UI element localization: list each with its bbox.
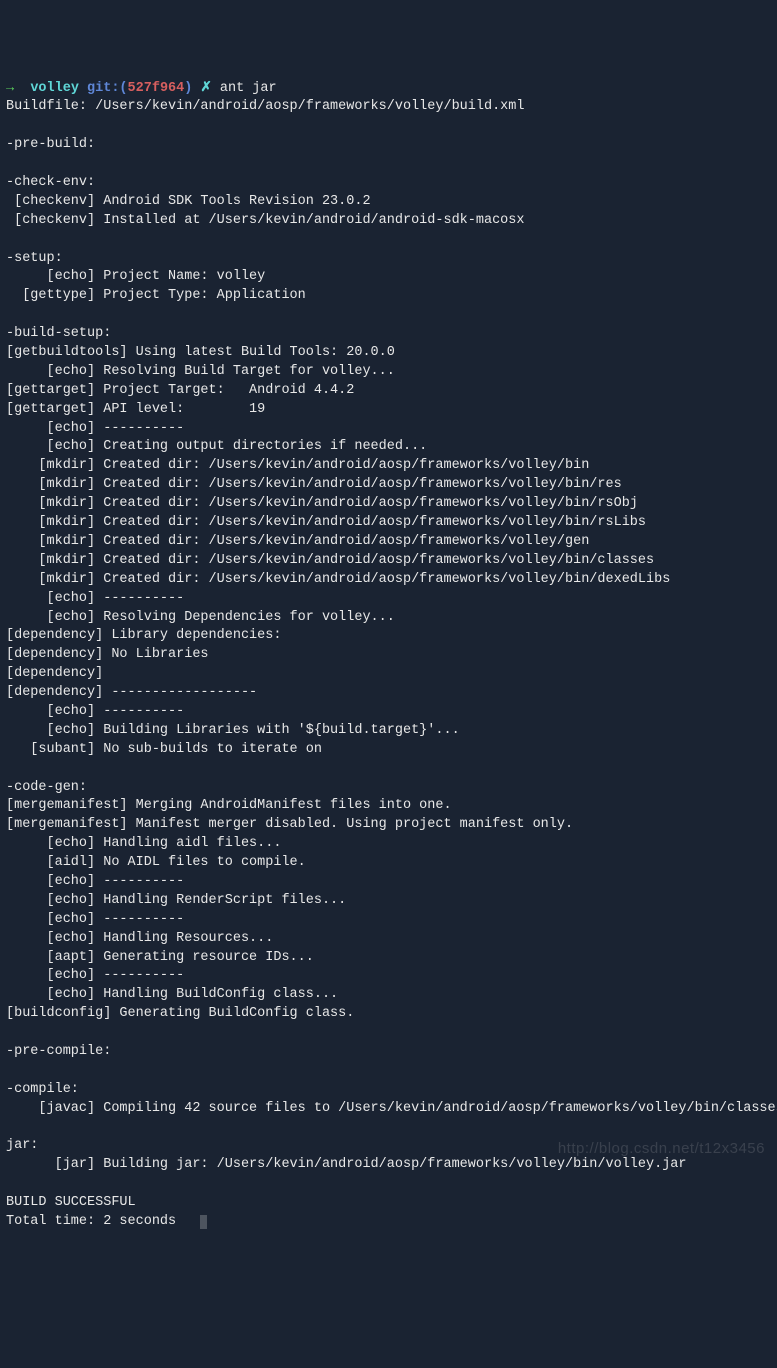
output-line: [mergemanifest] Merging AndroidManifest …: [6, 798, 452, 813]
terminal-output[interactable]: → volley git:(527f964) ✗ ant jar Buildfi…: [6, 80, 771, 1232]
output-line: [echo] ----------: [6, 591, 184, 606]
prompt-symbol-icon: ✗: [200, 81, 211, 96]
output-line: [aidl] No AIDL files to compile.: [6, 855, 306, 870]
prompt-dir: volley: [30, 81, 79, 96]
output-line: [mkdir] Created dir: /Users/kevin/androi…: [6, 534, 589, 549]
output-line: Total time: 2 seconds: [6, 1214, 176, 1229]
output-line: [echo] Handling aidl files...: [6, 836, 281, 851]
output-line: [mkdir] Created dir: /Users/kevin/androi…: [6, 572, 670, 587]
output-line: [dependency] ------------------: [6, 685, 257, 700]
output-line: [mkdir] Created dir: /Users/kevin/androi…: [6, 496, 638, 511]
output-line: [subant] No sub-builds to iterate on: [6, 742, 322, 757]
output-line: -code-gen:: [6, 780, 87, 795]
git-hash: 527f964: [128, 81, 185, 96]
output-line: -pre-build:: [6, 137, 95, 152]
output-line: [aapt] Generating resource IDs...: [6, 950, 314, 965]
output-line: [javac] Compiling 42 source files to /Us…: [6, 1101, 777, 1116]
output-line: [echo] ----------: [6, 421, 184, 436]
prompt-line: → volley git:(527f964) ✗ ant jar: [6, 81, 277, 96]
output-line: [buildconfig] Generating BuildConfig cla…: [6, 1006, 354, 1021]
output-line: [echo] ----------: [6, 968, 184, 983]
output-line: -build-setup:: [6, 326, 111, 341]
output-line: [mkdir] Created dir: /Users/kevin/androi…: [6, 553, 654, 568]
output-line: [echo] Creating output directories if ne…: [6, 439, 427, 454]
git-close: ): [184, 81, 192, 96]
watermark-text: http://blog.csdn.net/t12x3456: [558, 1138, 765, 1159]
cursor-icon: [200, 1215, 207, 1229]
output-line: [gettarget] Project Target: Android 4.4.…: [6, 383, 354, 398]
output-line: [dependency] Library dependencies:: [6, 628, 281, 643]
output-line: [echo] Handling Resources...: [6, 931, 273, 946]
output-line: [mergemanifest] Manifest merger disabled…: [6, 817, 573, 832]
output-line: [echo] Project Name: volley: [6, 269, 265, 284]
output-line: -compile:: [6, 1082, 79, 1097]
git-label: git:(: [87, 81, 128, 96]
output-line: [mkdir] Created dir: /Users/kevin/androi…: [6, 477, 622, 492]
output-line: [jar] Building jar: /Users/kevin/android…: [6, 1157, 687, 1172]
output-line: [echo] Handling BuildConfig class...: [6, 987, 338, 1002]
output-line: [echo] ----------: [6, 874, 184, 889]
output-line: Buildfile: /Users/kevin/android/aosp/fra…: [6, 99, 524, 114]
output-line: [echo] Handling RenderScript files...: [6, 893, 346, 908]
output-line: [mkdir] Created dir: /Users/kevin/androi…: [6, 458, 589, 473]
output-line: [mkdir] Created dir: /Users/kevin/androi…: [6, 515, 646, 530]
output-line: [echo] ----------: [6, 912, 184, 927]
output-line: [checkenv] Installed at /Users/kevin/and…: [6, 213, 524, 228]
output-line: BUILD SUCCESSFUL: [6, 1195, 136, 1210]
output-line: -pre-compile:: [6, 1044, 111, 1059]
output-line: [gettarget] API level: 19: [6, 402, 265, 417]
prompt-arrow-icon: →: [6, 81, 14, 96]
output-line: [getbuildtools] Using latest Build Tools…: [6, 345, 395, 360]
output-line: [echo] ----------: [6, 704, 184, 719]
output-line: [dependency] No Libraries: [6, 647, 209, 662]
command-text: ant jar: [220, 81, 277, 96]
output-line: jar:: [6, 1138, 38, 1153]
output-line: [echo] Building Libraries with '${build.…: [6, 723, 460, 738]
output-line: [echo] Resolving Dependencies for volley…: [6, 610, 395, 625]
output-line: [checkenv] Android SDK Tools Revision 23…: [6, 194, 371, 209]
output-line: -check-env:: [6, 175, 95, 190]
output-line: [dependency]: [6, 666, 103, 681]
output-line: -setup:: [6, 251, 63, 266]
output-line: [gettype] Project Type: Application: [6, 288, 306, 303]
output-line: [echo] Resolving Build Target for volley…: [6, 364, 395, 379]
